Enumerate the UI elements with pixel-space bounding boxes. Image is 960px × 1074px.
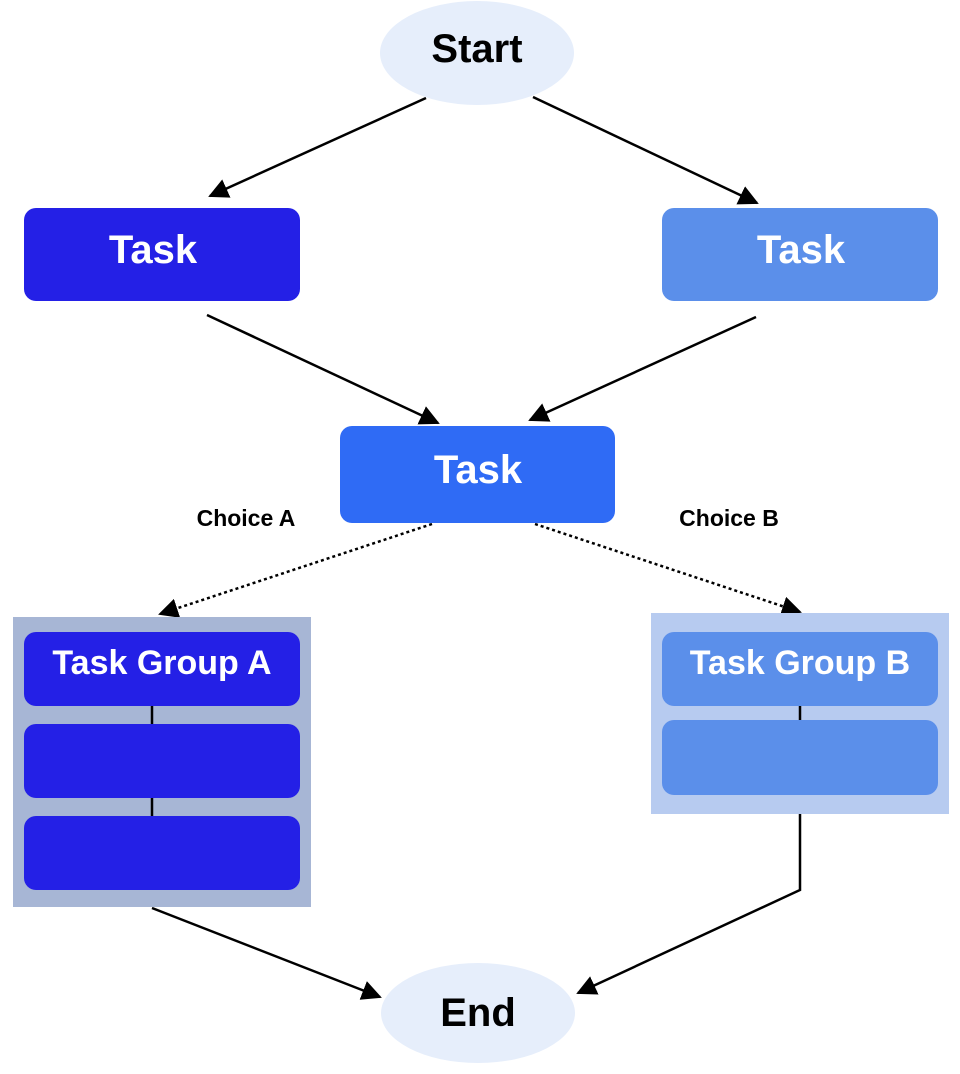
group-b-task-1 — [662, 720, 938, 795]
group-a-title: Task Group A — [52, 644, 271, 682]
group-b-title: Task Group B — [690, 644, 910, 682]
edge-choice-b — [534, 522, 802, 616]
group-a-task-1 — [24, 724, 300, 798]
group-a-task-2 — [24, 816, 300, 890]
edge-start-to-task-right — [532, 95, 759, 205]
edge-start-to-task-left — [208, 96, 427, 198]
end-label: End — [440, 991, 516, 1035]
edge-choice-a — [158, 522, 433, 618]
start-label: Start — [431, 27, 522, 71]
task-group-a: Task Group A — [13, 617, 311, 907]
task-group-b: Task Group B — [651, 613, 949, 814]
choice-b-label: Choice B — [679, 505, 779, 531]
task-right-label: Task — [757, 228, 846, 272]
choice-a-label: Choice A — [197, 505, 296, 531]
edge-task-left-to-center — [206, 313, 440, 425]
edge-group-a-to-end — [151, 906, 382, 1000]
task-left-label: Task — [109, 228, 198, 272]
task-center-label: Task — [434, 448, 523, 492]
edge-task-right-to-center — [528, 315, 757, 422]
edge-group-b-to-end — [576, 795, 802, 995]
flowchart: Start End Task Task Task Choice A Choice… — [13, 1, 949, 1063]
